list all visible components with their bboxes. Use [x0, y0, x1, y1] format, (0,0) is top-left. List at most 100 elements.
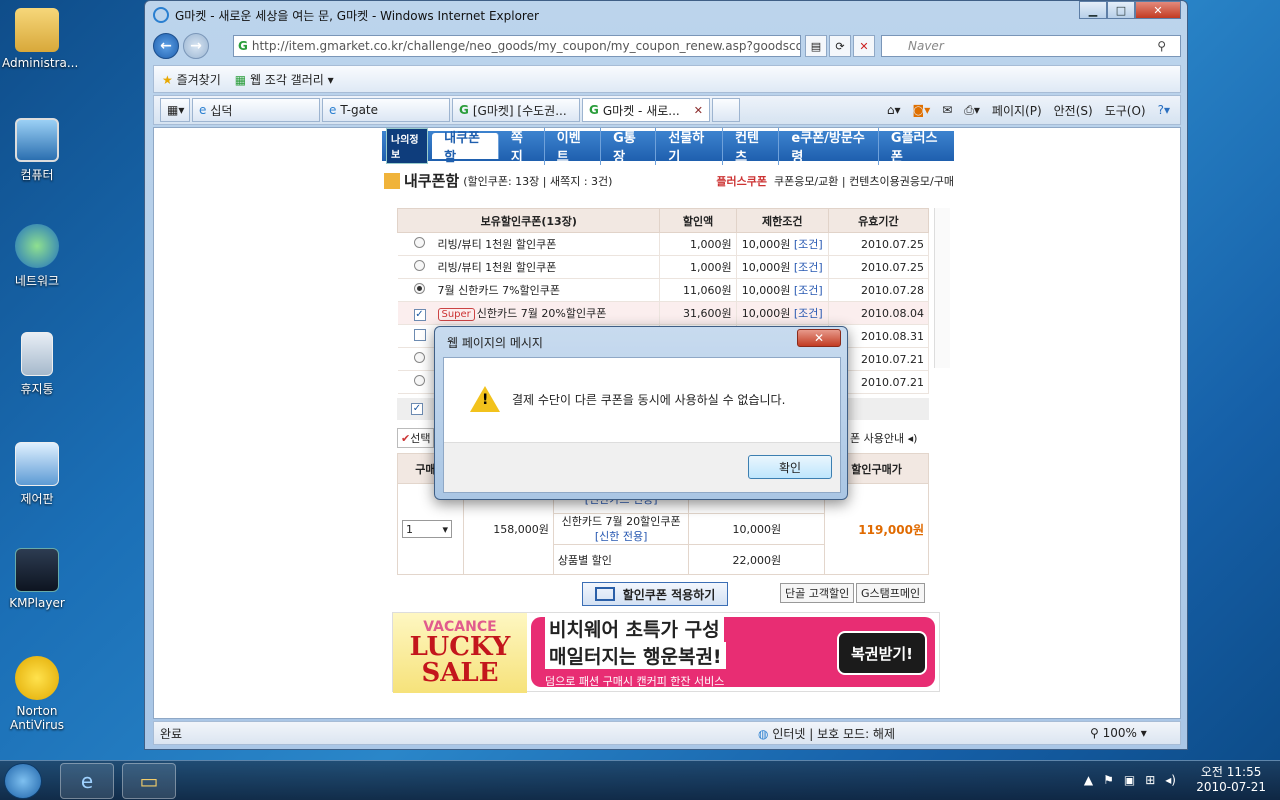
favorites-button[interactable]: ★ 즐겨찾기 [162, 71, 221, 88]
coupon-name-cell: 리빙/뷰티 1천원 할인쿠폰 [397, 232, 661, 256]
gmarket-tab-icon: G [459, 103, 469, 117]
norton-icon [15, 656, 59, 700]
coupon-apply-link[interactable]: 쿠폰응모/교환 [774, 175, 838, 188]
tab-gmarket-active[interactable]: G G마켓 - 새로... ✕ [582, 98, 710, 122]
maximize-button[interactable]: □ [1107, 1, 1135, 19]
nav-item-gift[interactable]: 선물하기 [656, 128, 724, 165]
home-icon[interactable]: ⌂▾ [887, 103, 901, 117]
desktop-icon-norton[interactable]: Norton AntiVirus [2, 656, 72, 732]
close-window-button[interactable]: ✕ [1135, 1, 1181, 19]
flag-icon[interactable]: ⚑ [1103, 773, 1114, 787]
mail-icon[interactable]: ✉ [942, 103, 952, 117]
stop-icon[interactable]: ✕ [853, 35, 875, 57]
clock[interactable]: 오전 11:55 2010-07-21 [1196, 765, 1266, 795]
page-menu[interactable]: 페이지(P) [992, 102, 1042, 119]
coupon-name-cell: 리빙/뷰티 1천원 할인쿠폰 [397, 255, 661, 279]
display-icon[interactable]: ▣ [1124, 773, 1135, 787]
page-header: 내쿠폰함 (할인쿠폰: 13장 | 새쪽지 : 3건) 플러스쿠폰 쿠폰응모/교… [384, 170, 954, 191]
quantity-select[interactable]: 1 ▾ [402, 520, 452, 538]
condition-link[interactable]: [조건] [794, 261, 823, 274]
desktop-icon-recycle-bin[interactable]: 휴지통 [2, 332, 72, 397]
desktop-icon-administrator[interactable]: Administra... [2, 8, 78, 70]
content-voucher-link[interactable]: 컨텐츠이용권응모/구매 [849, 175, 954, 188]
zoom-level[interactable]: ⚲ 100% ▾ [1090, 726, 1147, 740]
coupon-row[interactable]: 7월 신한카드 7%할인쿠폰 11,060원 10,000원 [조건] 2010.07… [397, 278, 930, 302]
coupon-name-cell: ✓ Super 신한카드 7월 20%할인쿠폰 [397, 301, 661, 325]
close-tab-icon[interactable]: ✕ [694, 104, 703, 117]
desktop-icon-control-panel[interactable]: 제어판 [2, 442, 72, 507]
kmplayer-icon [15, 548, 59, 592]
coupon-name: 리빙/뷰티 1천원 할인쿠폰 [437, 261, 557, 274]
start-button[interactable] [4, 763, 42, 799]
ok-button[interactable]: 확인 [748, 455, 832, 479]
coupon-radio[interactable] [414, 283, 425, 294]
show-hidden-icons[interactable]: ▲ [1084, 773, 1093, 787]
coupon-radio[interactable] [414, 352, 425, 363]
gstamp-main-button[interactable]: G스탬프메인 [856, 583, 926, 603]
print-icon[interactable]: ⎙▾ [964, 103, 980, 118]
coupon-usage-guide[interactable]: 폰 사용안내 ◂) [850, 430, 917, 446]
chevron-down-icon: ▾ [442, 522, 448, 536]
apply-coupon-button[interactable]: 할인쿠폰 적용하기 [582, 582, 728, 606]
web-slice-icon: ▦ [234, 72, 247, 87]
compatibility-view-icon[interactable]: ▤ [805, 35, 827, 57]
condition-link[interactable]: [조건] [794, 284, 823, 297]
tab-sipdeok[interactable]: e 십덕 [192, 98, 320, 122]
coupon-checkbox[interactable]: ✓ [413, 309, 426, 321]
nav-item-contents[interactable]: 컨텐츠 [723, 128, 780, 165]
address-bar[interactable]: G http://item.gmarket.co.kr/challenge/ne… [233, 35, 801, 57]
coupon-radio[interactable] [414, 375, 425, 386]
plus-coupon-link[interactable]: 플러스쿠폰 [716, 175, 767, 188]
regular-customer-button[interactable]: 단골 고객할인 [780, 583, 855, 603]
nav-item-gbank[interactable]: G통장 [601, 128, 657, 165]
coupon-table-header: 보유할인쿠폰(13장) 할인액 제한조건 유효기간 [396, 208, 930, 233]
coupon-row[interactable]: ✓ Super 신한카드 7월 20%할인쿠폰 31,600원 10,000원 [조건]… [397, 301, 930, 325]
select-all-checkbox[interactable]: ✓ [411, 403, 423, 415]
nav-item-notes[interactable]: 쪽지 [499, 128, 545, 165]
condition-link[interactable]: [조건] [794, 307, 823, 320]
new-tab-button[interactable] [712, 98, 740, 122]
tab-gmarket-capital[interactable]: G [G마켓] [수도권... [452, 98, 580, 122]
coupon-name: 신한카드 7월 20%할인쿠폰 [476, 307, 607, 320]
nav-item-coupon-box[interactable]: 내쿠폰함 [432, 131, 499, 165]
search-icon[interactable]: ⚲ [1157, 39, 1166, 53]
help-icon[interactable]: ?▾ [1158, 103, 1170, 117]
coupon-radio[interactable] [414, 260, 425, 271]
refresh-icon[interactable]: ⟳ [829, 35, 851, 57]
forward-button[interactable]: → [183, 33, 209, 59]
coupon-name: 7월 신한카드 7%할인쿠폰 [437, 284, 561, 297]
desktop-icon-kmplayer[interactable]: KMPlayer [2, 548, 72, 610]
nav-my-info[interactable]: 나의정보 [386, 128, 429, 164]
coupon-checkbox[interactable] [413, 328, 426, 341]
item-discount-label: 상품별 할인 [552, 544, 690, 575]
lucky-sale-logo: VACANCE LUCKY SALE [393, 613, 527, 693]
feeds-icon[interactable]: ◙▾ [913, 103, 931, 117]
minimize-button[interactable]: ▁ [1079, 1, 1107, 19]
network-tray-icon[interactable]: ⊞ [1145, 773, 1155, 787]
get-lottery-button[interactable]: 복권받기! [837, 631, 927, 675]
dialog-close-button[interactable]: ✕ [797, 329, 841, 347]
coupon-limit-cell: 10,000원 [조건] [736, 301, 829, 325]
volume-icon[interactable]: ◂) [1165, 773, 1176, 787]
coupon-radio[interactable] [414, 237, 425, 248]
condition-link[interactable]: [조건] [794, 238, 823, 251]
desktop-icon-computer[interactable]: 컴퓨터 [2, 118, 72, 183]
web-slice-gallery[interactable]: ▦ 웹 조각 갤러리 ▾ [235, 71, 334, 88]
back-button[interactable]: ← [153, 33, 179, 59]
nav-item-events[interactable]: 이벤트 [545, 128, 602, 165]
coupon-scrollbar[interactable] [934, 208, 950, 368]
desktop-icon-network[interactable]: 네트워크 [2, 224, 72, 289]
quick-tabs-button[interactable]: ▦▾ [160, 98, 190, 122]
safety-menu[interactable]: 안전(S) [1054, 102, 1093, 119]
search-input[interactable]: Naver ⚲ [881, 35, 1181, 57]
nav-item-gplusphone[interactable]: G플러스폰 [879, 128, 954, 165]
window-titlebar[interactable]: G마켓 - 새로운 세상을 여는 문, G마켓 - Windows Intern… [145, 1, 1187, 29]
taskbar-explorer-icon[interactable]: ▭ [122, 763, 176, 799]
coupon-row[interactable]: 리빙/뷰티 1천원 할인쿠폰 1,000원 10,000원 [조건] 2010.07.… [397, 232, 930, 256]
coupon-row[interactable]: 리빙/뷰티 1천원 할인쿠폰 1,000원 10,000원 [조건] 2010.07.… [397, 255, 930, 279]
nav-item-ecoupon[interactable]: e쿠폰/방문수령 [779, 128, 879, 165]
tab-tgate[interactable]: e T-gate [322, 98, 450, 122]
tools-menu[interactable]: 도구(O) [1105, 102, 1146, 119]
promo-banner[interactable]: VACANCE LUCKY SALE 비치웨어 초특가 구성 매일터지는 행운복… [392, 612, 940, 693]
taskbar-ie-icon[interactable]: e [60, 763, 114, 799]
